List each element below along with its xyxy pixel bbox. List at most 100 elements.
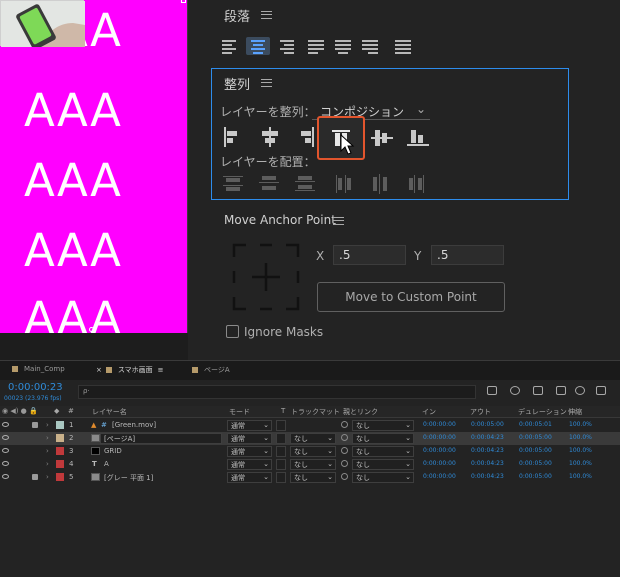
duration-header[interactable]: デュレーション <box>518 407 567 417</box>
parent-dropdown[interactable]: なし ⌄ <box>352 459 414 470</box>
label-color-swatch[interactable] <box>56 460 64 468</box>
label-color-swatch[interactable] <box>56 421 64 429</box>
hamburger-icon[interactable] <box>261 79 272 87</box>
label-color-swatch[interactable] <box>56 447 64 455</box>
pick-whip-icon[interactable] <box>341 421 348 428</box>
in-point[interactable]: 0:00:00:00 <box>423 434 456 441</box>
out-point[interactable]: 0:00:04:23 <box>471 460 504 467</box>
distribute-left-icon[interactable] <box>333 172 359 196</box>
move-to-custom-point-button[interactable]: Move to Custom Point <box>317 282 505 312</box>
x-value-input[interactable]: .5 <box>333 245 406 265</box>
track-matte-header[interactable]: トラックマット <box>291 407 340 417</box>
hamburger-icon[interactable] <box>261 11 272 19</box>
in-point[interactable]: 0:00:00:00 <box>423 421 456 428</box>
preserve-transparency-checkbox[interactable] <box>276 420 286 431</box>
track-matte-dropdown[interactable]: なし ⌄ <box>290 459 336 470</box>
pick-whip-icon[interactable] <box>341 447 348 454</box>
distribute-top-icon[interactable] <box>221 172 247 196</box>
visibility-eye-icon[interactable] <box>2 448 9 453</box>
ignore-masks-checkbox[interactable] <box>226 325 239 338</box>
frame-blending-icon[interactable] <box>556 386 566 395</box>
preserve-transparency-checkbox[interactable] <box>276 433 286 444</box>
justify-right-button[interactable] <box>360 37 384 55</box>
blend-mode-dropdown[interactable]: 通常 ⌄ <box>227 420 272 431</box>
duration[interactable]: 0:00:05:00 <box>519 447 552 454</box>
layer-name[interactable]: [ページA] <box>100 433 222 444</box>
distribute-vertical-center-icon[interactable] <box>257 172 283 196</box>
y-value-input[interactable]: .5 <box>431 245 504 265</box>
blend-mode-dropdown[interactable]: 通常 ⌄ <box>227 472 272 483</box>
expand-chevron-icon[interactable]: › <box>46 434 49 442</box>
out-header[interactable]: アウト <box>470 407 491 417</box>
distribute-horizontal-center-icon[interactable] <box>369 172 395 196</box>
layer-name[interactable]: GRID <box>104 447 122 455</box>
pick-whip-icon[interactable] <box>341 473 348 480</box>
expand-chevron-icon[interactable]: › <box>46 421 49 429</box>
visibility-eye-icon[interactable] <box>2 422 9 427</box>
tab-page-a[interactable]: ページA <box>192 365 230 375</box>
parent-dropdown[interactable]: なし ⌄ <box>352 433 414 444</box>
duration[interactable]: 0:00:05:00 <box>519 434 552 441</box>
out-point[interactable]: 0:00:04:23 <box>471 447 504 454</box>
table-row[interactable]: › 5 [グレー 平面 1] 通常 ⌄ なし ⌄ なし ⌄ 0:00:00:00 0:00:04:2… <box>0 471 620 484</box>
expand-chevron-icon[interactable]: › <box>46 473 49 481</box>
graph-editor-icon[interactable] <box>596 386 606 395</box>
lock-icon[interactable] <box>32 422 38 428</box>
layer-name[interactable]: [グレー 平面 1] <box>104 473 153 483</box>
anchor-grid-icon[interactable] <box>232 243 300 311</box>
justify-center-button[interactable] <box>333 37 357 55</box>
stretch[interactable]: 100.0% <box>569 447 592 454</box>
pick-whip-icon[interactable] <box>341 460 348 467</box>
parent-dropdown[interactable]: なし ⌄ <box>352 420 414 431</box>
preserve-transparency-checkbox[interactable] <box>276 446 286 457</box>
align-left-button[interactable] <box>220 37 244 55</box>
duration[interactable]: 0:00:05:00 <box>519 460 552 467</box>
track-matte-dropdown[interactable]: なし ⌄ <box>290 472 336 483</box>
expand-chevron-icon[interactable]: › <box>46 447 49 455</box>
blend-mode-dropdown[interactable]: 通常 ⌄ <box>227 459 272 470</box>
stretch-header[interactable]: 伸縮 <box>568 407 582 417</box>
align-vertical-center-icon[interactable] <box>369 125 395 149</box>
hamburger-icon[interactable]: ≡ <box>158 366 164 374</box>
pick-whip-icon[interactable] <box>341 434 348 441</box>
align-right-edges-icon[interactable] <box>293 125 319 149</box>
align-right-button[interactable] <box>274 37 298 55</box>
align-center-button[interactable] <box>246 37 270 55</box>
table-row[interactable]: › 1 ▲ # [Green.mov] 通常 ⌄ なし ⌄ 0:00:00:00 0:00:05:0… <box>0 419 620 432</box>
justify-left-button[interactable] <box>306 37 330 55</box>
stretch[interactable]: 100.0% <box>569 434 592 441</box>
close-icon[interactable]: × <box>96 366 102 374</box>
in-point[interactable]: 0:00:00:00 <box>423 460 456 467</box>
align-left-edges-icon[interactable] <box>221 125 247 149</box>
in-point[interactable]: 0:00:00:00 <box>423 473 456 480</box>
stretch[interactable]: 100.0% <box>569 460 592 467</box>
visibility-eye-icon[interactable] <box>2 461 9 466</box>
preserve-transparency-checkbox[interactable] <box>276 472 286 483</box>
out-point[interactable]: 0:00:05:00 <box>471 421 504 428</box>
table-row[interactable]: › 4 T A 通常 ⌄ なし ⌄ なし ⌄ 0:00:00:00 0:00:04:23 0:00:05… <box>0 458 620 471</box>
tab-smartphone-screen[interactable]: × スマホ画面 ≡ <box>96 365 164 375</box>
parent-dropdown[interactable]: なし ⌄ <box>352 472 414 483</box>
visibility-eye-icon[interactable] <box>2 474 9 479</box>
blend-mode-dropdown[interactable]: 通常 ⌄ <box>227 433 272 444</box>
in-point[interactable]: 0:00:00:00 <box>423 447 456 454</box>
duration[interactable]: 0:00:05:00 <box>519 473 552 480</box>
shy-layers-icon[interactable] <box>533 386 543 395</box>
table-row[interactable]: › 2 [ページA] 通常 ⌄ なし ⌄ なし ⌄ 0:00:00:00 0:00:04:23 0:0… <box>0 432 620 445</box>
distribute-bottom-icon[interactable] <box>293 172 319 196</box>
preserve-transparency-checkbox[interactable] <box>276 459 286 470</box>
duration[interactable]: 0:00:05:01 <box>519 421 552 428</box>
expand-chevron-icon[interactable]: › <box>46 460 49 468</box>
align-horizontal-center-icon[interactable] <box>257 125 283 149</box>
motion-blur-icon[interactable] <box>575 386 585 395</box>
layer-search-input[interactable]: ρ· <box>78 385 476 399</box>
layer-name-header[interactable]: レイヤー名 <box>92 407 127 417</box>
composition-flowchart-icon[interactable] <box>487 386 497 395</box>
lock-icon[interactable] <box>32 474 38 480</box>
distribute-right-icon[interactable] <box>405 172 431 196</box>
justify-all-button[interactable] <box>393 37 417 55</box>
parent-dropdown[interactable]: なし ⌄ <box>352 446 414 457</box>
label-color-swatch[interactable] <box>56 473 64 481</box>
visibility-eye-icon[interactable] <box>2 435 9 440</box>
in-header[interactable]: イン <box>422 407 436 417</box>
